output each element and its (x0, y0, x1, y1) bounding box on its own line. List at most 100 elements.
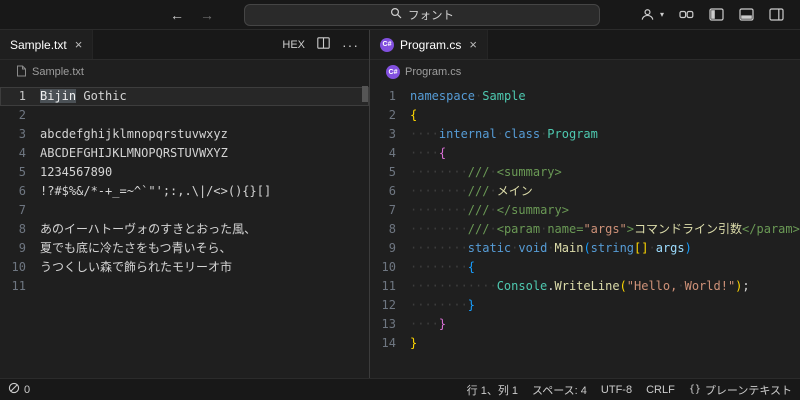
hex-button[interactable]: HEX (282, 39, 305, 51)
code-line[interactable]: 12········} (370, 296, 800, 315)
text-file-icon (16, 65, 27, 80)
code-line[interactable]: 10········{ (370, 258, 800, 277)
left-editor-scrollbar[interactable] (362, 86, 368, 102)
code-text: ········///·<summary> (396, 163, 562, 182)
toggle-primary-sidebar-icon[interactable] (709, 8, 724, 21)
right-breadcrumb: C# Program.cs (370, 60, 800, 84)
code-text: ········static·void·Main(string[]·args) (396, 239, 692, 258)
code-line[interactable]: 4ABCDEFGHIJKLMNOPQRSTUVWXYZ (0, 144, 369, 163)
vscode-window: ← → フォント ▾ (0, 0, 800, 400)
code-line[interactable]: 1namespace·Sample (370, 87, 800, 106)
cursor-position-status[interactable]: 行 1、列 1 (467, 382, 518, 398)
code-text: ····{ (396, 144, 446, 163)
editor-group-right: C# Program.cs × C# Program.cs 1namespace… (370, 30, 800, 378)
line-number: 8 (0, 220, 26, 239)
split-editor-icon[interactable] (317, 37, 330, 52)
language-mode-status[interactable]: {} プレーンテキスト (689, 382, 792, 398)
breadcrumb-item[interactable]: Program.cs (405, 66, 461, 78)
code-text: あのイーハトーヴォのすきとおった風、 (26, 220, 256, 239)
breadcrumb-item[interactable]: Sample.txt (32, 66, 84, 78)
code-line[interactable]: 6!?#$%&/*-+_=~^`"';:,.\|/<>(){}[] (0, 182, 369, 201)
code-line[interactable]: 2 (0, 106, 369, 125)
left-editor[interactable]: 1Bijin Gothic23abcdefghijklmnopqrstuvwxy… (0, 84, 369, 378)
accounts-icon[interactable] (640, 7, 655, 22)
csharp-file-icon: C# (380, 38, 394, 52)
code-text: { (396, 106, 417, 125)
code-line[interactable]: 5········///·<summary> (370, 163, 800, 182)
line-number: 3 (0, 125, 26, 144)
code-line[interactable]: 11 (0, 277, 369, 296)
code-line[interactable]: 9········static·void·Main(string[]·args) (370, 239, 800, 258)
eol-status[interactable]: CRLF (646, 384, 675, 396)
profile-chevron-down-icon[interactable]: ▾ (660, 10, 664, 19)
line-number: 4 (370, 144, 396, 163)
code-text: ····} (396, 315, 446, 334)
code-line[interactable]: 3abcdefghijklmnopqrstuvwxyz (0, 125, 369, 144)
code-line[interactable]: 3····internal·class·Program (370, 125, 800, 144)
tab-close-icon[interactable]: × (469, 37, 477, 52)
code-line[interactable]: 10うつくしい森で飾られたモリーオ市 (0, 258, 369, 277)
code-line[interactable]: 8あのイーハトーヴォのすきとおった風、 (0, 220, 369, 239)
editor-group-left: Sample.txt × HEX ··· Sample.txt 1Bi (0, 30, 370, 378)
code-text: Bijin Gothic (26, 87, 127, 106)
statusbar-right: 行 1、列 1 スペース: 4 UTF-8 CRLF {} プレーンテキスト (467, 382, 792, 398)
forward-button[interactable]: → (200, 7, 214, 23)
tab-label: Sample.txt (10, 38, 67, 52)
toggle-secondary-sidebar-icon[interactable] (769, 8, 784, 21)
encoding-status[interactable]: UTF-8 (601, 384, 632, 396)
code-text (26, 201, 40, 220)
code-line[interactable]: 51234567890 (0, 163, 369, 182)
code-line[interactable]: 7········///·</summary> (370, 201, 800, 220)
command-center-wrap: フォント (214, 4, 630, 26)
line-number: 7 (0, 201, 26, 220)
code-text: うつくしい森で飾られたモリーオ市 (26, 258, 232, 277)
code-line[interactable]: 14} (370, 334, 800, 353)
line-number: 6 (370, 182, 396, 201)
code-line[interactable]: 4····{ (370, 144, 800, 163)
titlebar: ← → フォント ▾ (0, 0, 800, 30)
back-button[interactable]: ← (170, 7, 184, 23)
right-tabbar: C# Program.cs × (370, 30, 800, 60)
code-line[interactable]: 6········///·メイン (370, 182, 800, 201)
right-editor[interactable]: 1namespace·Sample2{3····internal·class·P… (370, 84, 800, 378)
copilot-icon[interactable] (679, 8, 694, 21)
search-icon (390, 7, 402, 22)
line-number: 5 (0, 163, 26, 182)
line-number: 5 (370, 163, 396, 182)
line-number: 9 (0, 239, 26, 258)
code-text: ········///·メイン (396, 182, 533, 201)
code-text: } (396, 334, 417, 353)
code-line[interactable]: 7 (0, 201, 369, 220)
code-line[interactable]: 1Bijin Gothic (0, 87, 369, 106)
toggle-panel-icon[interactable] (739, 8, 754, 21)
more-actions-icon[interactable]: ··· (342, 37, 359, 53)
problems-status[interactable]: 0 (8, 382, 30, 397)
tab-sample-txt[interactable]: Sample.txt × (0, 30, 93, 59)
line-number: 10 (370, 258, 396, 277)
code-text: ····internal·class·Program (396, 125, 598, 144)
code-line[interactable]: 11············Console.WriteLine("Hello,·… (370, 277, 800, 296)
indentation-status[interactable]: スペース: 4 (532, 382, 587, 398)
line-number: 3 (370, 125, 396, 144)
line-number: 11 (0, 277, 26, 296)
right-editor-lines: 1namespace·Sample2{3····internal·class·P… (370, 84, 800, 353)
tab-program-cs[interactable]: C# Program.cs × (370, 30, 488, 59)
code-text: ········{ (396, 258, 475, 277)
line-number: 14 (370, 334, 396, 353)
nav-controls: ← → (170, 7, 214, 23)
code-line[interactable]: 2{ (370, 106, 800, 125)
code-line[interactable]: 13····} (370, 315, 800, 334)
code-line[interactable]: 8········///·<param·name="args">コマンドライン引… (370, 220, 800, 239)
code-text: 夏でも底に冷たさをもつ青いそら、 (26, 239, 232, 258)
code-text (26, 277, 40, 296)
code-line[interactable]: 9夏でも底に冷たさをもつ青いそら、 (0, 239, 369, 258)
line-number: 11 (370, 277, 396, 296)
csharp-file-icon: C# (386, 65, 400, 79)
editor-groups: Sample.txt × HEX ··· Sample.txt 1Bi (0, 30, 800, 378)
left-tab-actions: HEX ··· (272, 30, 369, 59)
code-text: 1234567890 (26, 163, 112, 182)
command-center-search[interactable]: フォント (244, 4, 600, 26)
search-text: フォント (408, 7, 454, 23)
tab-close-icon[interactable]: × (75, 37, 83, 52)
line-number: 13 (370, 315, 396, 334)
